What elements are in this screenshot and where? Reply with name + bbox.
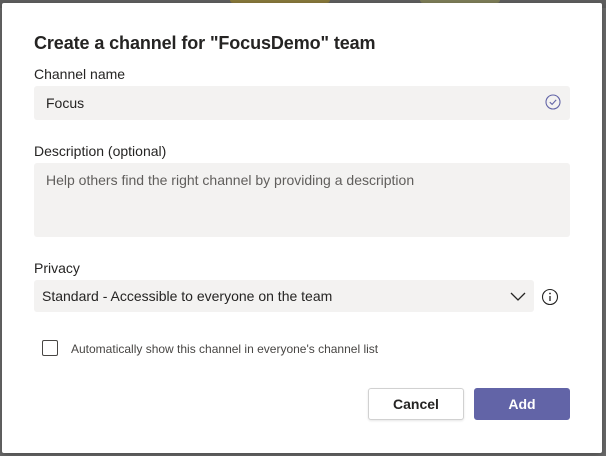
description-placeholder: Help others find the right channel by pr… xyxy=(46,172,415,188)
description-field[interactable]: Help others find the right channel by pr… xyxy=(34,163,570,237)
create-channel-dialog: Create a channel for "FocusDemo" team Ch… xyxy=(2,3,602,453)
auto-show-checkbox[interactable] xyxy=(42,340,58,356)
cancel-button[interactable]: Cancel xyxy=(368,388,464,420)
auto-show-label: Automatically show this channel in every… xyxy=(71,342,379,356)
check-circle-icon xyxy=(545,94,561,110)
channel-name-value[interactable]: Focus xyxy=(46,95,84,111)
privacy-selected-value: Standard - Accessible to everyone on the… xyxy=(42,288,333,304)
channel-name-label: Channel name xyxy=(34,66,126,82)
add-button[interactable]: Add xyxy=(474,388,570,420)
chevron-down-icon[interactable] xyxy=(510,289,526,303)
privacy-dropdown[interactable]: Standard - Accessible to everyone on the… xyxy=(34,280,534,312)
dialog-title: Create a channel for "FocusDemo" team xyxy=(34,33,376,53)
channel-name-field[interactable]: Focus xyxy=(34,86,570,120)
info-icon[interactable] xyxy=(541,288,559,306)
description-label: Description (optional) xyxy=(34,143,167,159)
privacy-label: Privacy xyxy=(34,260,80,276)
